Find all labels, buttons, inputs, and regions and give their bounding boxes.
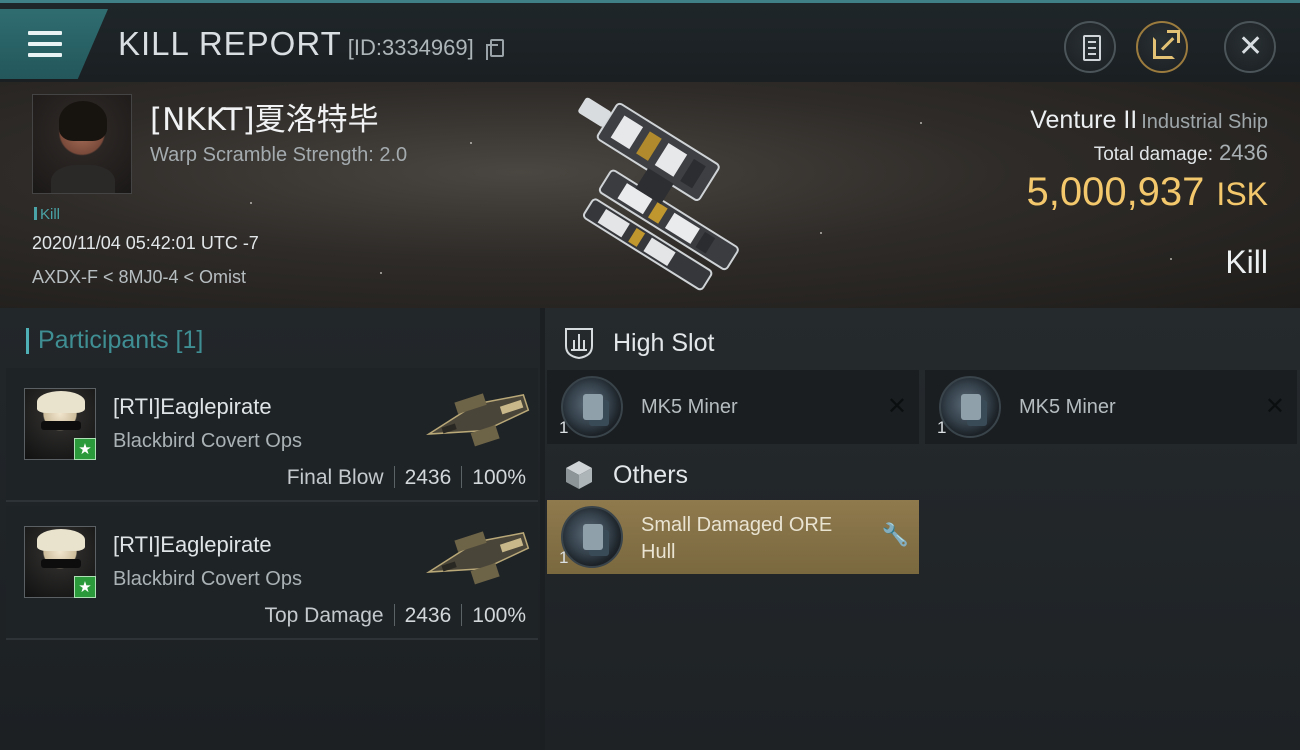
participant-row[interactable]: ★ [RTI]Eaglepirate Blackbird Covert Ops …	[6, 506, 538, 640]
others-section: Others	[545, 444, 1300, 504]
others-title: Others	[613, 461, 689, 489]
module-name: Small Damaged ORE Hull	[641, 514, 833, 563]
module-item[interactable]: 1 MK5 Miner ✕	[925, 370, 1297, 444]
participant-name: [RTI]Eaglepirate	[113, 394, 272, 419]
module-quantity: 1	[559, 548, 569, 567]
page-title: KILL REPORT [ID:3334969]	[118, 25, 474, 63]
cube-icon	[566, 461, 592, 489]
isk-amount: 5,000,937	[1026, 170, 1205, 214]
module-name: MK5 Miner	[1019, 396, 1116, 418]
hull-module-icon	[561, 506, 623, 568]
module-quantity: 1	[559, 418, 569, 437]
menu-button[interactable]	[0, 9, 108, 79]
participant-ship-image	[426, 393, 530, 447]
destroyed-icon: ✕	[1264, 393, 1285, 420]
kill-tag: Kill	[34, 206, 60, 223]
high-slot-section: High Slot	[545, 312, 1300, 372]
report-id: [ID:3334969]	[347, 35, 474, 60]
close-button[interactable]: ✕	[1224, 21, 1276, 73]
total-damage-value: 2436	[1219, 140, 1268, 165]
participants-panel: Participants [1] ★ [RTI]Eaglepirate Blac…	[0, 308, 540, 750]
participant-row[interactable]: ★ [RTI]Eaglepirate Blackbird Covert Ops …	[6, 368, 538, 502]
participant-damage: 2436	[404, 604, 452, 627]
victim-summary: [NKKT]夏洛特毕 Warp Scramble Strength: 2.0 K…	[0, 82, 1300, 308]
hamburger-icon	[28, 31, 62, 57]
victim-ship-name[interactable]: Venture II Industrial Ship	[1030, 106, 1268, 135]
module-item[interactable]: 1 MK5 Miner ✕	[547, 370, 919, 444]
page-title-text: KILL REPORT	[118, 25, 342, 62]
participant-stats: Top Damage 2436 100%	[264, 604, 526, 628]
victim-name[interactable]: [NKKT]夏洛特毕	[150, 94, 379, 139]
participants-title: Participants [1]	[26, 326, 203, 355]
top-bar: KILL REPORT [ID:3334969] ✕	[0, 0, 1300, 82]
star-icon: ★	[74, 576, 96, 598]
total-damage-label: Total damage:	[1093, 144, 1214, 165]
participant-percent: 100%	[472, 604, 526, 627]
participant-ship-image	[426, 531, 530, 585]
miner-module-icon	[939, 376, 1001, 438]
destroyed-icon: ✕	[886, 393, 907, 420]
wrench-icon: 🔧	[881, 522, 909, 547]
participant-percent: 100%	[472, 466, 526, 489]
isk-value: 5,000,937 ISK	[1026, 170, 1268, 215]
ship-name-text: Venture II	[1030, 106, 1138, 134]
fitting-panel: High Slot 1 MK5 Miner ✕ 1 MK5 Miner ✕ Ot…	[545, 308, 1300, 750]
report-result: Kill	[1225, 244, 1268, 280]
module-name: MK5 Miner	[641, 396, 738, 418]
share-button[interactable]	[1136, 21, 1188, 73]
victim-portrait[interactable]	[32, 94, 132, 194]
isk-unit: ISK	[1216, 176, 1268, 212]
participant-damage: 2436	[404, 466, 452, 489]
high-slot-title: High Slot	[613, 329, 715, 357]
participant-stats: Final Blow 2436 100%	[287, 466, 526, 490]
participant-name: [RTI]Eaglepirate	[113, 532, 272, 557]
participant-ship: Blackbird Covert Ops	[113, 568, 302, 590]
clipboard-icon	[1083, 35, 1101, 61]
clipboard-button[interactable]	[1064, 21, 1116, 73]
star-icon: ★	[74, 438, 96, 460]
victim-ship-image[interactable]	[535, 94, 770, 294]
module-item[interactable]: 1 Small Damaged ORE Hull 🔧	[547, 500, 919, 574]
copy-icon[interactable]	[486, 39, 504, 60]
warp-scramble-strength: Warp Scramble Strength: 2.0	[150, 144, 408, 166]
participant-label: Top Damage	[264, 604, 384, 627]
kill-datetime: 2020/11/04 05:42:01 UTC -7	[32, 233, 259, 253]
total-damage: Total damage: 2436	[1094, 140, 1268, 166]
module-quantity: 1	[937, 418, 947, 437]
high-slot-icon	[565, 328, 593, 360]
close-icon: ✕	[1238, 30, 1264, 63]
participant-label: Final Blow	[286, 466, 384, 489]
ship-class: Industrial Ship	[1141, 111, 1268, 133]
share-icon	[1153, 30, 1180, 59]
participant-ship: Blackbird Covert Ops	[113, 430, 302, 452]
kill-location[interactable]: AXDX-F < 8MJ0-4 < Omist	[32, 267, 246, 288]
miner-module-icon	[561, 376, 623, 438]
